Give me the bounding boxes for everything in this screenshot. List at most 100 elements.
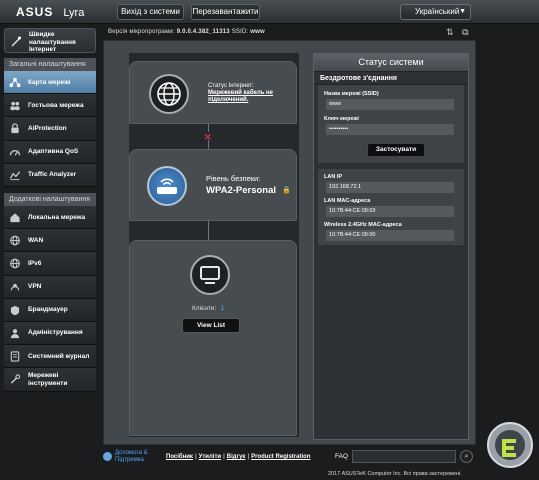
network-map: Статус Інтернет: Мережевий кабель не під… [129, 53, 299, 437]
advanced-settings-title: Додаткові налаштування [4, 192, 96, 206]
faq-label: FAQ [335, 453, 349, 460]
internet-card[interactable]: Статус Інтернет: Мережевий кабель не під… [129, 61, 297, 124]
clients-card[interactable]: Клієнти: 1 View List [129, 240, 297, 436]
general-item-0[interactable]: Карта мережі [4, 71, 96, 95]
language-value: Український [415, 7, 460, 16]
security-value: WPA2-Personal [206, 185, 277, 196]
sidebar-item-label: Брандмауер [28, 306, 68, 314]
copy-icon[interactable]: ⧉ [462, 27, 468, 37]
advanced-item-3[interactable]: VPN [4, 275, 96, 299]
sidebar-item-label: Traffic Analyzer [28, 171, 77, 179]
monitor-icon [190, 255, 230, 295]
analyzer-icon [9, 171, 21, 180]
sidebar-item-label: Локальна мережа [28, 213, 86, 221]
system-status-panel: Статус системи Бездротове з'єднання Назв… [313, 53, 469, 440]
view-list-button[interactable]: View List [182, 318, 240, 333]
sidebar-item-label: IPv6 [28, 259, 42, 267]
wireless-block: Назва мережі (SSID) www Ключ мережі ••••… [318, 85, 464, 163]
ssid-value: www [250, 29, 265, 35]
top-bar: ASUS Lyra Вихід з системи Перезавантажити… [0, 0, 539, 24]
connector-line [208, 221, 209, 240]
general-item-2[interactable]: AiProtection [4, 117, 96, 141]
model-name: Lyra [63, 7, 85, 19]
advanced-item-2[interactable]: IPv6 [4, 252, 96, 276]
guest-network-icon [10, 102, 20, 111]
asus-logo: ASUS Lyra [16, 5, 85, 19]
vpn-icon [10, 283, 20, 290]
network-map-icon [9, 77, 21, 88]
advanced-item-1[interactable]: WAN [4, 229, 96, 253]
usb-icon[interactable]: ⇅ [446, 27, 454, 37]
home-icon [10, 213, 20, 223]
wireless-mac-value: 10:7B:44:CE:09:00 [326, 230, 454, 241]
speedometer-icon [9, 149, 21, 156]
globe-icon [10, 258, 20, 269]
lan-ip-label: LAN IP [324, 174, 343, 180]
main-panel: Статус Інтернет: Мережевий кабель не під… [103, 40, 476, 445]
router-card[interactable]: Рівень безпеки: WPA2-Personal 🔒 [129, 149, 297, 221]
general-item-3[interactable]: Адаптивна QoS [4, 140, 96, 164]
sidebar-item-label: Системний журнал [28, 352, 90, 360]
firmware-version: 9.0.0.4.382_11313 [176, 29, 230, 35]
advanced-item-6[interactable]: Системний журнал [4, 345, 96, 369]
help-icon [103, 452, 112, 461]
advanced-item-5[interactable]: Адміністрування [4, 321, 96, 346]
apply-button[interactable]: Застосувати [367, 143, 425, 157]
sidebar-item-label: VPN [28, 283, 42, 291]
top-icons: ⇅ ⧉ [446, 27, 469, 38]
quick-setup-button[interactable]: Швидке налаштування Інтернет [4, 28, 96, 53]
system-status-title: Статус системи [314, 54, 468, 72]
faq-search-input[interactable] [352, 450, 456, 463]
firmware-info: Версія мікропрограми: 9.0.0.4.382_11313 … [108, 29, 265, 35]
sidebar-item-label: Адміністрування [28, 329, 83, 337]
lan-block: LAN IP 192.168.72.1 LAN MAC-адреса 10:7B… [318, 169, 464, 245]
general-settings-title: Загальні налаштування [4, 58, 96, 71]
connector-line [208, 124, 209, 132]
firewall-icon [10, 305, 20, 315]
lock-icon: 🔒 [282, 187, 291, 194]
footer-links: Посібник | Утиліти | Відгук | Product Registra… [166, 454, 311, 460]
security-label: Рівень безпеки: [206, 174, 261, 183]
logout-button[interactable]: Вихід з системи [117, 4, 184, 20]
sidebar-item-label: Гостьова мережа [28, 101, 84, 109]
ssid-field[interactable]: www [326, 99, 454, 110]
wireless-title: Бездротове з'єднання [314, 72, 468, 85]
connector-line [208, 140, 209, 149]
search-icon[interactable]: ⌕ [460, 450, 473, 463]
chevron-down-icon: ▼ [459, 8, 466, 15]
internet-status-link[interactable]: Мережевий кабель не підключений. [208, 90, 293, 104]
utility-link[interactable]: Утиліти [199, 454, 221, 460]
admin-icon [10, 328, 20, 338]
sidebar-item-label: Карта мережі [28, 78, 71, 86]
sidebar-item-label: Мережеві інструменти [28, 372, 68, 387]
advanced-item-0[interactable]: Локальна мережа [4, 205, 96, 230]
globe-icon [10, 235, 20, 246]
key-field[interactable]: •••••••••• [326, 124, 454, 135]
lan-mac-value: 10:7B:44:CE:09:03 [326, 206, 454, 217]
help-support-link[interactable]: Допомога & Підтримка [115, 450, 159, 463]
advanced-item-4[interactable]: Брандмауер [4, 298, 96, 322]
wireless-mac-label: Wireless 2.4GHz MAC-адреса [324, 222, 402, 228]
manual-link[interactable]: Посібник [166, 454, 193, 460]
internet-status-label: Статус Інтернет: [208, 83, 254, 89]
sidebar-item-label: WAN [28, 236, 44, 244]
globe-icon [149, 74, 189, 114]
feedback-link[interactable]: Відгук [227, 454, 246, 460]
general-item-4[interactable]: Traffic Analyzer [4, 163, 96, 187]
lan-mac-label: LAN MAC-адреса [324, 198, 371, 204]
copyright: 2017 ASUSTeK Computer Inc. Всі права зас… [328, 471, 462, 477]
general-item-1[interactable]: Гостьова мережа [4, 94, 96, 118]
product-registration-link[interactable]: Product Registration [251, 454, 310, 460]
lock-icon [11, 123, 19, 134]
watermark-logo [487, 422, 533, 468]
sidebar-item-label: AiProtection [28, 124, 67, 132]
magic-wand-icon [11, 36, 21, 47]
sidebar-item-label: Адаптивна QoS [28, 148, 79, 156]
router-icon [147, 166, 187, 206]
language-select[interactable]: Український ▼ [400, 4, 471, 20]
advanced-item-7[interactable]: Мережеві інструменти [4, 368, 96, 393]
sidebar: Швидке налаштування Інтернет Загальні на… [4, 28, 96, 393]
log-icon [10, 351, 20, 362]
reboot-button[interactable]: Перезавантажити [191, 4, 260, 20]
clients-label: Клієнти: 1 [192, 305, 224, 312]
